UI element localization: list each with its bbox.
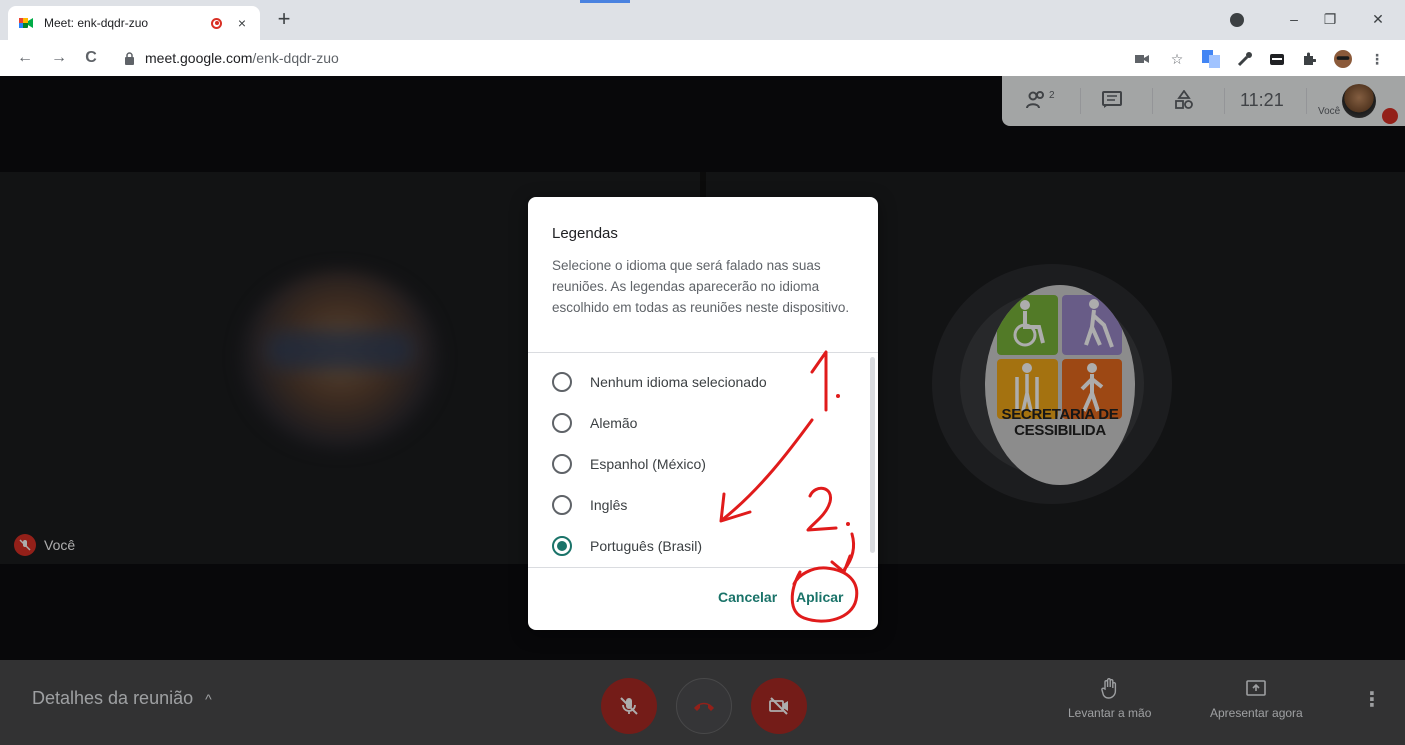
translate-extension-icon[interactable]	[1202, 50, 1220, 68]
language-option-label: Nenhum idioma selecionado	[590, 374, 767, 390]
tab-meet[interactable]: Meet: enk-dqdr-zuo ×	[8, 6, 260, 40]
browser-tab-strip: Meet: enk-dqdr-zuo × + – ❐ ✕	[0, 0, 1405, 40]
language-option-selected[interactable]: Português (Brasil)	[552, 533, 702, 559]
eyedropper-extension-icon[interactable]	[1236, 50, 1254, 68]
language-option-label: Inglês	[590, 497, 628, 513]
dialog-divider-bottom	[528, 567, 878, 568]
new-tab-button[interactable]: +	[272, 8, 296, 30]
url-host: meet.google.com	[145, 50, 253, 66]
radio-button[interactable]	[552, 454, 572, 474]
captions-dialog: Legendas Selecione o idioma que será fal…	[528, 197, 878, 630]
language-option-label: Português (Brasil)	[590, 538, 703, 554]
reload-button[interactable]: C	[80, 47, 102, 69]
language-option-label: Espanhol (México)	[590, 456, 706, 472]
browser-menu-icon[interactable]: ⋮	[1368, 50, 1386, 68]
dialog-description: Selecione o idioma que será falado nas s…	[552, 258, 850, 315]
radio-button[interactable]	[552, 372, 572, 392]
profile-indicator-icon[interactable]	[1230, 13, 1244, 27]
radio-button-selected[interactable]	[552, 536, 572, 556]
tab-title: Meet: enk-dqdr-zuo	[44, 16, 149, 30]
apply-button[interactable]: Aplicar	[796, 589, 843, 605]
restore-button[interactable]: ❐	[1318, 7, 1342, 31]
language-option[interactable]: Nenhum idioma selecionado	[552, 369, 767, 395]
tab-strip-indicator	[580, 0, 630, 3]
options-scrollbar[interactable]	[868, 357, 875, 553]
dialog-divider-top	[528, 352, 878, 353]
back-button[interactable]: ←	[14, 47, 36, 69]
close-window-button[interactable]: ✕	[1366, 7, 1390, 31]
language-option[interactable]: Espanhol (México)	[552, 451, 706, 477]
minimize-button[interactable]: –	[1282, 7, 1306, 31]
bookmark-star-icon[interactable]: ☆	[1168, 50, 1186, 68]
language-option-label: Alemão	[590, 415, 638, 431]
recording-icon	[211, 17, 222, 29]
options-scrollbar-thumb[interactable]	[870, 357, 875, 553]
tab-close-button[interactable]: ×	[234, 15, 250, 31]
radio-button[interactable]	[552, 413, 572, 433]
google-meet-icon	[19, 18, 33, 28]
url-path: /enk-dqdr-zuo	[252, 50, 339, 66]
puzzle-extensions-icon[interactable]	[1300, 50, 1318, 68]
forward-button[interactable]: →	[48, 47, 70, 69]
dialog-title: Legendas	[552, 225, 618, 242]
camera-in-use-icon[interactable]	[1133, 50, 1151, 68]
cancel-button[interactable]: Cancelar	[718, 589, 777, 605]
language-option[interactable]: Inglês	[552, 492, 627, 518]
lock-icon	[125, 51, 134, 65]
radio-button[interactable]	[552, 495, 572, 515]
language-option[interactable]: Alemão	[552, 410, 637, 436]
browser-toolbar: ← → C meet.google.com/enk-dqdr-zuo	[0, 40, 1405, 76]
profile-avatar-icon[interactable]	[1334, 50, 1352, 68]
extension-icon[interactable]	[1268, 50, 1286, 68]
